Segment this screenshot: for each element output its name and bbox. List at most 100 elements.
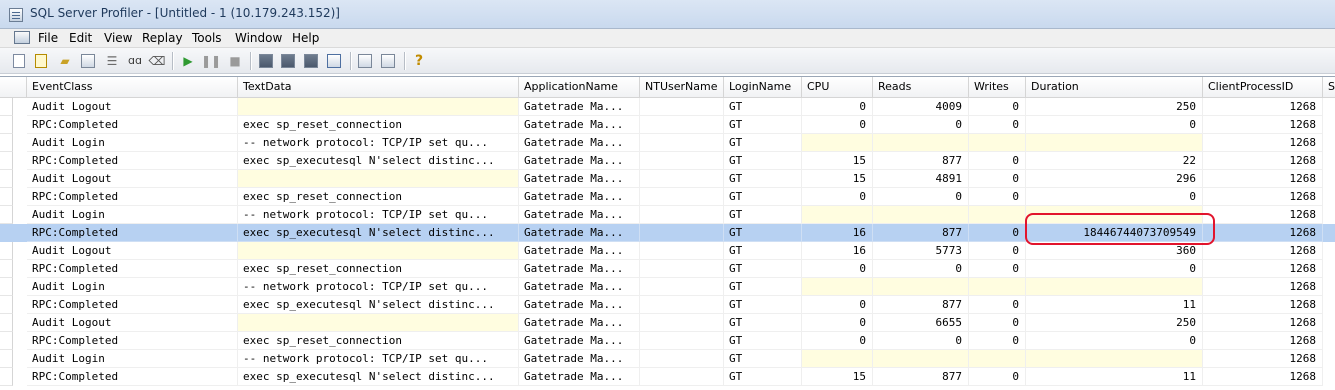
cell-ntusername — [640, 296, 724, 314]
find-icon[interactable]: ɑɑ — [127, 53, 143, 69]
column-header-ntusername[interactable]: NTUserName — [640, 77, 724, 97]
cell-ntusername — [640, 314, 724, 332]
perfmon-icon[interactable] — [358, 54, 372, 68]
table-row[interactable]: Audit Logout Gatetrade Ma... GT 15 4891 0 296 1… — [0, 170, 1335, 188]
cell-reads: 5773 — [873, 242, 969, 260]
menu-view[interactable]: View — [104, 31, 132, 45]
column-header-applicationname[interactable]: ApplicationName — [519, 77, 640, 97]
extract-icon[interactable] — [259, 54, 273, 68]
cell-ntusername — [640, 260, 724, 278]
table-row[interactable]: Audit Logout Gatetrade Ma... GT 0 6655 0 250 12… — [0, 314, 1335, 332]
cell-applicationname: Gatetrade Ma... — [519, 350, 640, 368]
cell-applicationname: Gatetrade Ma... — [519, 278, 640, 296]
table-row[interactable]: Audit Login -- network protocol: TCP/IP s… — [0, 278, 1335, 296]
menu-replay[interactable]: Replay — [142, 31, 183, 45]
cell-ntusername — [640, 278, 724, 296]
table-row[interactable]: RPC:Completed exec sp_reset_connection Gat… — [0, 260, 1335, 278]
cell-eventclass: Audit Logout — [27, 98, 238, 116]
column-header-reads[interactable]: Reads — [873, 77, 969, 97]
column-header-textdata[interactable]: TextData — [238, 77, 519, 97]
column-header-loginname[interactable]: LoginName — [724, 77, 802, 97]
cell-duration: 22 — [1026, 152, 1203, 170]
table-row[interactable]: RPC:Completed exec sp_executesql N'select… — [0, 368, 1335, 386]
cell-duration — [1026, 350, 1203, 368]
auto-scroll-icon[interactable] — [327, 54, 341, 68]
cell-eventclass: RPC:Completed — [27, 368, 238, 386]
cell-reads — [873, 134, 969, 152]
open-icon[interactable]: ▰ — [57, 53, 73, 69]
cell-loginname: GT — [724, 152, 802, 170]
trace-grid[interactable]: EventClass TextData ApplicationName NTUs… — [0, 76, 1335, 390]
cell-cpu: 16 — [802, 224, 873, 242]
table-row[interactable]: RPC:Completed exec sp_reset_connection Gat… — [0, 332, 1335, 350]
cell-duration: 0 — [1026, 116, 1203, 134]
cell-writes: 0 — [969, 296, 1026, 314]
display-icon[interactable] — [281, 54, 295, 68]
column-header-duration[interactable]: Duration — [1026, 77, 1203, 97]
start-trace-icon[interactable]: ▶ — [180, 53, 196, 69]
column-header-cpu[interactable]: CPU — [802, 77, 873, 97]
column-header-writes[interactable]: Writes — [969, 77, 1026, 97]
script-icon[interactable] — [304, 54, 318, 68]
column-header-eventclass[interactable]: EventClass — [27, 77, 238, 97]
cell-cpu: 0 — [802, 314, 873, 332]
cell-applicationname: Gatetrade Ma... — [519, 296, 640, 314]
cell-applicationname: Gatetrade Ma... — [519, 188, 640, 206]
cell-ntusername — [640, 98, 724, 116]
cell-textdata — [238, 98, 519, 116]
table-row[interactable]: RPC:Completed exec sp_reset_connection Gat… — [0, 116, 1335, 134]
table-row[interactable]: Audit Login -- network protocol: TCP/IP s… — [0, 206, 1335, 224]
cell-reads: 0 — [873, 332, 969, 350]
cell-writes — [969, 134, 1026, 152]
cell-ntusername — [640, 170, 724, 188]
table-row[interactable]: Audit Logout Gatetrade Ma... GT 16 5773 0 360 1… — [0, 242, 1335, 260]
cell-ntusername — [640, 116, 724, 134]
table-row[interactable]: RPC:Completed exec sp_executesql N'select… — [0, 152, 1335, 170]
new-template-icon[interactable] — [35, 54, 47, 68]
new-trace-icon[interactable] — [13, 54, 25, 68]
cell-writes: 0 — [969, 116, 1026, 134]
pause-trace-icon[interactable]: ❚❚ — [201, 53, 221, 69]
menu-tools[interactable]: Tools — [192, 31, 222, 45]
table-row[interactable]: Audit Login -- network protocol: TCP/IP s… — [0, 134, 1335, 152]
cell-writes: 0 — [969, 152, 1026, 170]
table-row[interactable]: RPC:Completed exec sp_reset_connection Gat… — [0, 188, 1335, 206]
cell-ntusername — [640, 368, 724, 386]
document-window-icon[interactable] — [14, 31, 30, 44]
stop-trace-icon[interactable]: ■ — [227, 53, 243, 69]
menu-file[interactable]: File — [38, 31, 58, 45]
cell-writes: 0 — [969, 224, 1026, 242]
cell-clientprocessid: 1268 — [1203, 98, 1323, 116]
cell-duration: 18446744073709549 — [1026, 224, 1203, 242]
cell-writes: 0 — [969, 98, 1026, 116]
cell-duration: 250 — [1026, 314, 1203, 332]
cell-eventclass: RPC:Completed — [27, 188, 238, 206]
save-icon[interactable] — [81, 54, 95, 68]
menu-edit[interactable]: Edit — [69, 31, 92, 45]
profiler-app-icon[interactable] — [9, 8, 23, 22]
cell-cpu: 0 — [802, 188, 873, 206]
cell-clientprocessid: 1268 — [1203, 116, 1323, 134]
menu-help[interactable]: Help — [292, 31, 319, 45]
column-header-truncated[interactable]: S — [1323, 77, 1335, 97]
cell-textdata: exec sp_executesql N'select distinc... — [238, 152, 519, 170]
help-icon[interactable]: ? — [411, 53, 427, 69]
cell-ntusername — [640, 152, 724, 170]
compare-icon[interactable] — [381, 54, 395, 68]
properties-icon[interactable]: ☰ — [104, 53, 120, 69]
cell-clientprocessid: 1268 — [1203, 260, 1323, 278]
cell-clientprocessid: 1268 — [1203, 296, 1323, 314]
cell-textdata: exec sp_executesql N'select distinc... — [238, 368, 519, 386]
clear-trace-icon[interactable]: ⌫ — [149, 53, 166, 69]
table-row[interactable]: Audit Logout Gatetrade Ma... GT 0 4009 0 250 12… — [0, 98, 1335, 116]
table-row[interactable]: RPC:Completed exec sp_executesql N'select… — [0, 296, 1335, 314]
cell-duration: 0 — [1026, 188, 1203, 206]
cell-reads: 6655 — [873, 314, 969, 332]
table-row[interactable]: Audit Login -- network protocol: TCP/IP s… — [0, 350, 1335, 368]
table-row-selected[interactable]: RPC:Completed exec sp_executesql N'select… — [0, 224, 1335, 242]
cell-eventclass: Audit Login — [27, 206, 238, 224]
cell-ntusername — [640, 242, 724, 260]
menu-window[interactable]: Window — [235, 31, 282, 45]
cell-eventclass: Audit Logout — [27, 170, 238, 188]
column-header-clientprocessid[interactable]: ClientProcessID — [1203, 77, 1323, 97]
